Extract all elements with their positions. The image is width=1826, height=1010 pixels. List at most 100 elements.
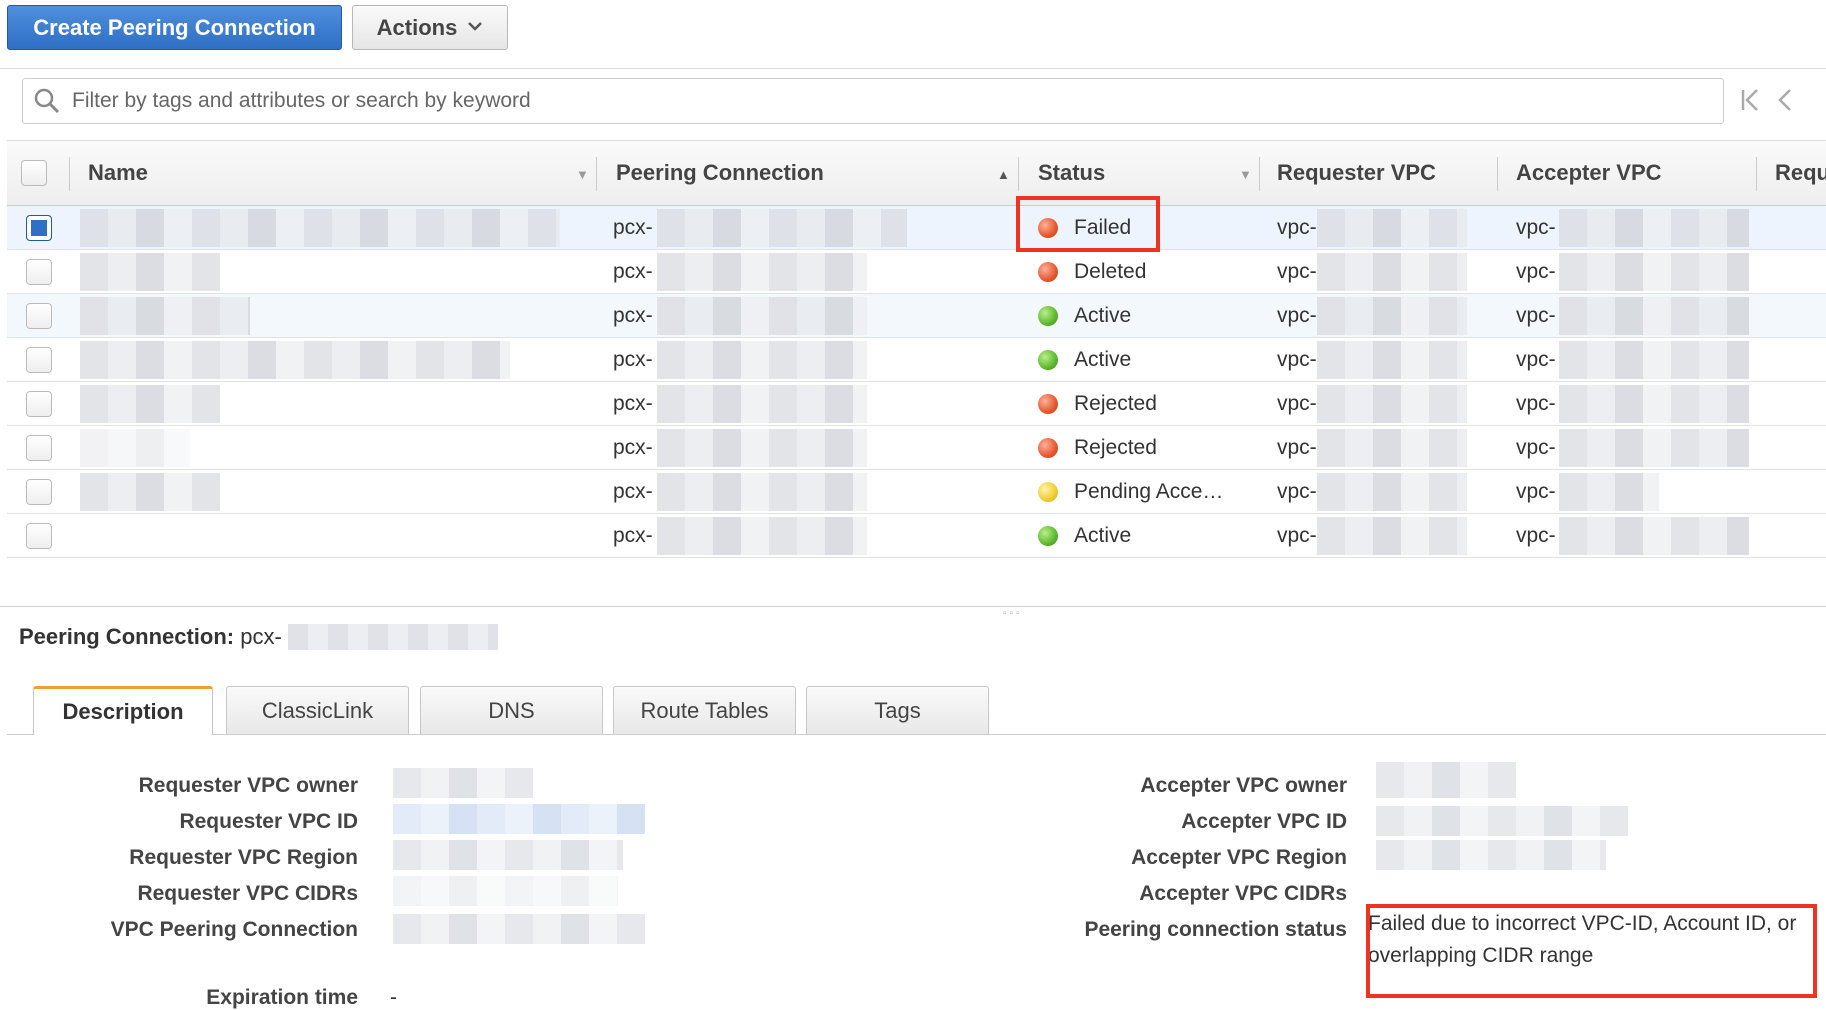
row-checkbox[interactable] — [26, 346, 52, 373]
expiration-time-label: Expiration time — [206, 986, 358, 1009]
resize-grip-icon[interactable]: ▫▫▫ — [1003, 608, 1023, 619]
status-text: Rejected — [1074, 391, 1157, 415]
requester-vpc-id: vpc- — [1277, 259, 1317, 283]
accepter-vpc-id: vpc- — [1516, 259, 1556, 283]
first-page-icon[interactable] — [1740, 86, 1762, 121]
row-checkbox[interactable] — [26, 302, 52, 329]
requester-vpc-id-label: Requester VPC ID — [179, 810, 358, 833]
redacted-id — [1317, 209, 1467, 247]
accepter-vpc-id: vpc- — [1516, 303, 1556, 327]
peering-connection-id: pcx- — [613, 259, 653, 283]
accepter-vpc-id: vpc- — [1516, 523, 1556, 547]
redacted-value — [393, 876, 618, 906]
requester-vpc-id: vpc- — [1277, 523, 1317, 547]
accepter-vpc-region-label: Accepter VPC Region — [1131, 846, 1347, 869]
status-text: Active — [1074, 347, 1132, 371]
redacted-id — [288, 624, 498, 650]
status-text: Rejected — [1074, 435, 1157, 459]
redacted-id — [1559, 297, 1749, 335]
redacted-value — [393, 768, 533, 798]
redacted-id — [657, 429, 867, 467]
table-row[interactable]: pcx- Deleted vpc- vpc- — [7, 250, 1826, 294]
redacted-id — [1559, 473, 1659, 511]
requester-vpc-id-link[interactable] — [393, 804, 645, 834]
column-header-requester-cidr[interactable]: Requ — [1775, 141, 1826, 205]
column-header-peering-connection[interactable]: Peering Connection — [616, 141, 824, 205]
status-text: Pending Acce… — [1074, 479, 1224, 503]
accepter-vpc-id: vpc- — [1516, 479, 1556, 503]
column-separator — [1497, 157, 1498, 191]
redacted-id — [1317, 385, 1467, 423]
redacted-id — [1559, 385, 1749, 423]
table-row[interactable]: pcx- Rejected vpc- vpc- — [7, 426, 1826, 470]
tab-route-tables[interactable]: Route Tables — [613, 686, 796, 734]
table-row[interactable]: pcx- Pending Acce… vpc- vpc- — [7, 470, 1826, 514]
peering-connection-id: pcx- — [613, 303, 653, 327]
table-row[interactable]: pcx- Active vpc- vpc- — [7, 338, 1826, 382]
details-title-id: pcx- — [240, 624, 282, 649]
redacted-id — [1317, 297, 1467, 335]
accepter-vpc-cidrs-label: Accepter VPC CIDRs — [1139, 882, 1347, 905]
column-header-name[interactable]: Name — [88, 141, 148, 205]
failed-status-highlight — [1016, 196, 1160, 252]
redacted-name — [80, 385, 220, 423]
redacted-id — [1317, 473, 1467, 511]
search-bar[interactable] — [22, 78, 1724, 124]
table-row[interactable]: pcx- Failed vpc- vpc- — [7, 206, 1826, 250]
redacted-id — [1559, 429, 1749, 467]
column-separator — [1259, 157, 1260, 191]
status-text: Active — [1074, 523, 1132, 547]
redacted-name — [80, 209, 560, 247]
redacted-id — [657, 385, 867, 423]
redacted-id — [1559, 253, 1749, 291]
tab-dns[interactable]: DNS — [420, 686, 603, 734]
tab-classiclink[interactable]: ClassicLink — [226, 686, 409, 734]
row-checkbox[interactable] — [26, 522, 52, 549]
accepter-vpc-owner-label: Accepter VPC owner — [1140, 774, 1347, 797]
redacted-name — [80, 429, 190, 467]
column-separator — [596, 157, 597, 191]
actions-button[interactable]: Actions — [352, 5, 508, 50]
column-separator — [1756, 157, 1757, 191]
redacted-value — [393, 914, 645, 944]
create-peering-connection-button[interactable]: Create Peering Connection — [7, 5, 342, 50]
row-checkbox[interactable] — [26, 258, 52, 285]
toolbar-divider — [0, 68, 1826, 69]
redacted-value — [1376, 762, 1516, 798]
row-checkbox[interactable] — [26, 478, 52, 505]
select-all-cell[interactable] — [21, 141, 47, 205]
previous-page-icon[interactable] — [1776, 86, 1794, 121]
requester-vpc-id: vpc- — [1277, 303, 1317, 327]
status-active-icon — [1038, 525, 1058, 546]
redacted-id — [657, 253, 867, 291]
peering-connection-id: pcx- — [613, 215, 653, 239]
accepter-vpc-id: vpc- — [1516, 391, 1556, 415]
table-row[interactable]: pcx- Active vpc- vpc- — [7, 294, 1826, 338]
column-header-accepter-vpc[interactable]: Accepter VPC — [1516, 141, 1662, 205]
column-separator — [69, 157, 70, 191]
table-row[interactable]: pcx- Rejected vpc- vpc- — [7, 382, 1826, 426]
redacted-value — [393, 840, 623, 870]
select-all-checkbox[interactable] — [21, 160, 47, 186]
requester-vpc-region-label: Requester VPC Region — [129, 846, 358, 869]
search-input[interactable] — [70, 88, 1723, 114]
table-row[interactable]: pcx- Active vpc- vpc- — [7, 514, 1826, 558]
tab-tags[interactable]: Tags — [806, 686, 989, 734]
requester-vpc-id: vpc- — [1277, 435, 1317, 459]
peering-connection-id: pcx- — [613, 347, 653, 371]
sort-ascending-icon[interactable]: ▲ — [997, 167, 1010, 182]
row-checkbox[interactable] — [26, 434, 52, 461]
sort-caret-icon[interactable]: ▼ — [576, 167, 589, 182]
accepter-vpc-id-label: Accepter VPC ID — [1181, 810, 1347, 833]
column-separator — [1018, 157, 1019, 191]
peering-connection-id: pcx- — [613, 435, 653, 459]
requester-vpc-owner-label: Requester VPC owner — [138, 774, 358, 797]
status-text: Deleted — [1074, 259, 1147, 283]
tab-description[interactable]: Description — [33, 686, 213, 735]
row-checkbox[interactable] — [26, 390, 52, 417]
row-checkbox[interactable] — [26, 214, 52, 241]
redacted-id — [1317, 517, 1467, 555]
sort-caret-icon[interactable]: ▼ — [1239, 167, 1252, 182]
column-header-requester-vpc[interactable]: Requester VPC — [1277, 141, 1436, 205]
redacted-name — [80, 341, 510, 379]
